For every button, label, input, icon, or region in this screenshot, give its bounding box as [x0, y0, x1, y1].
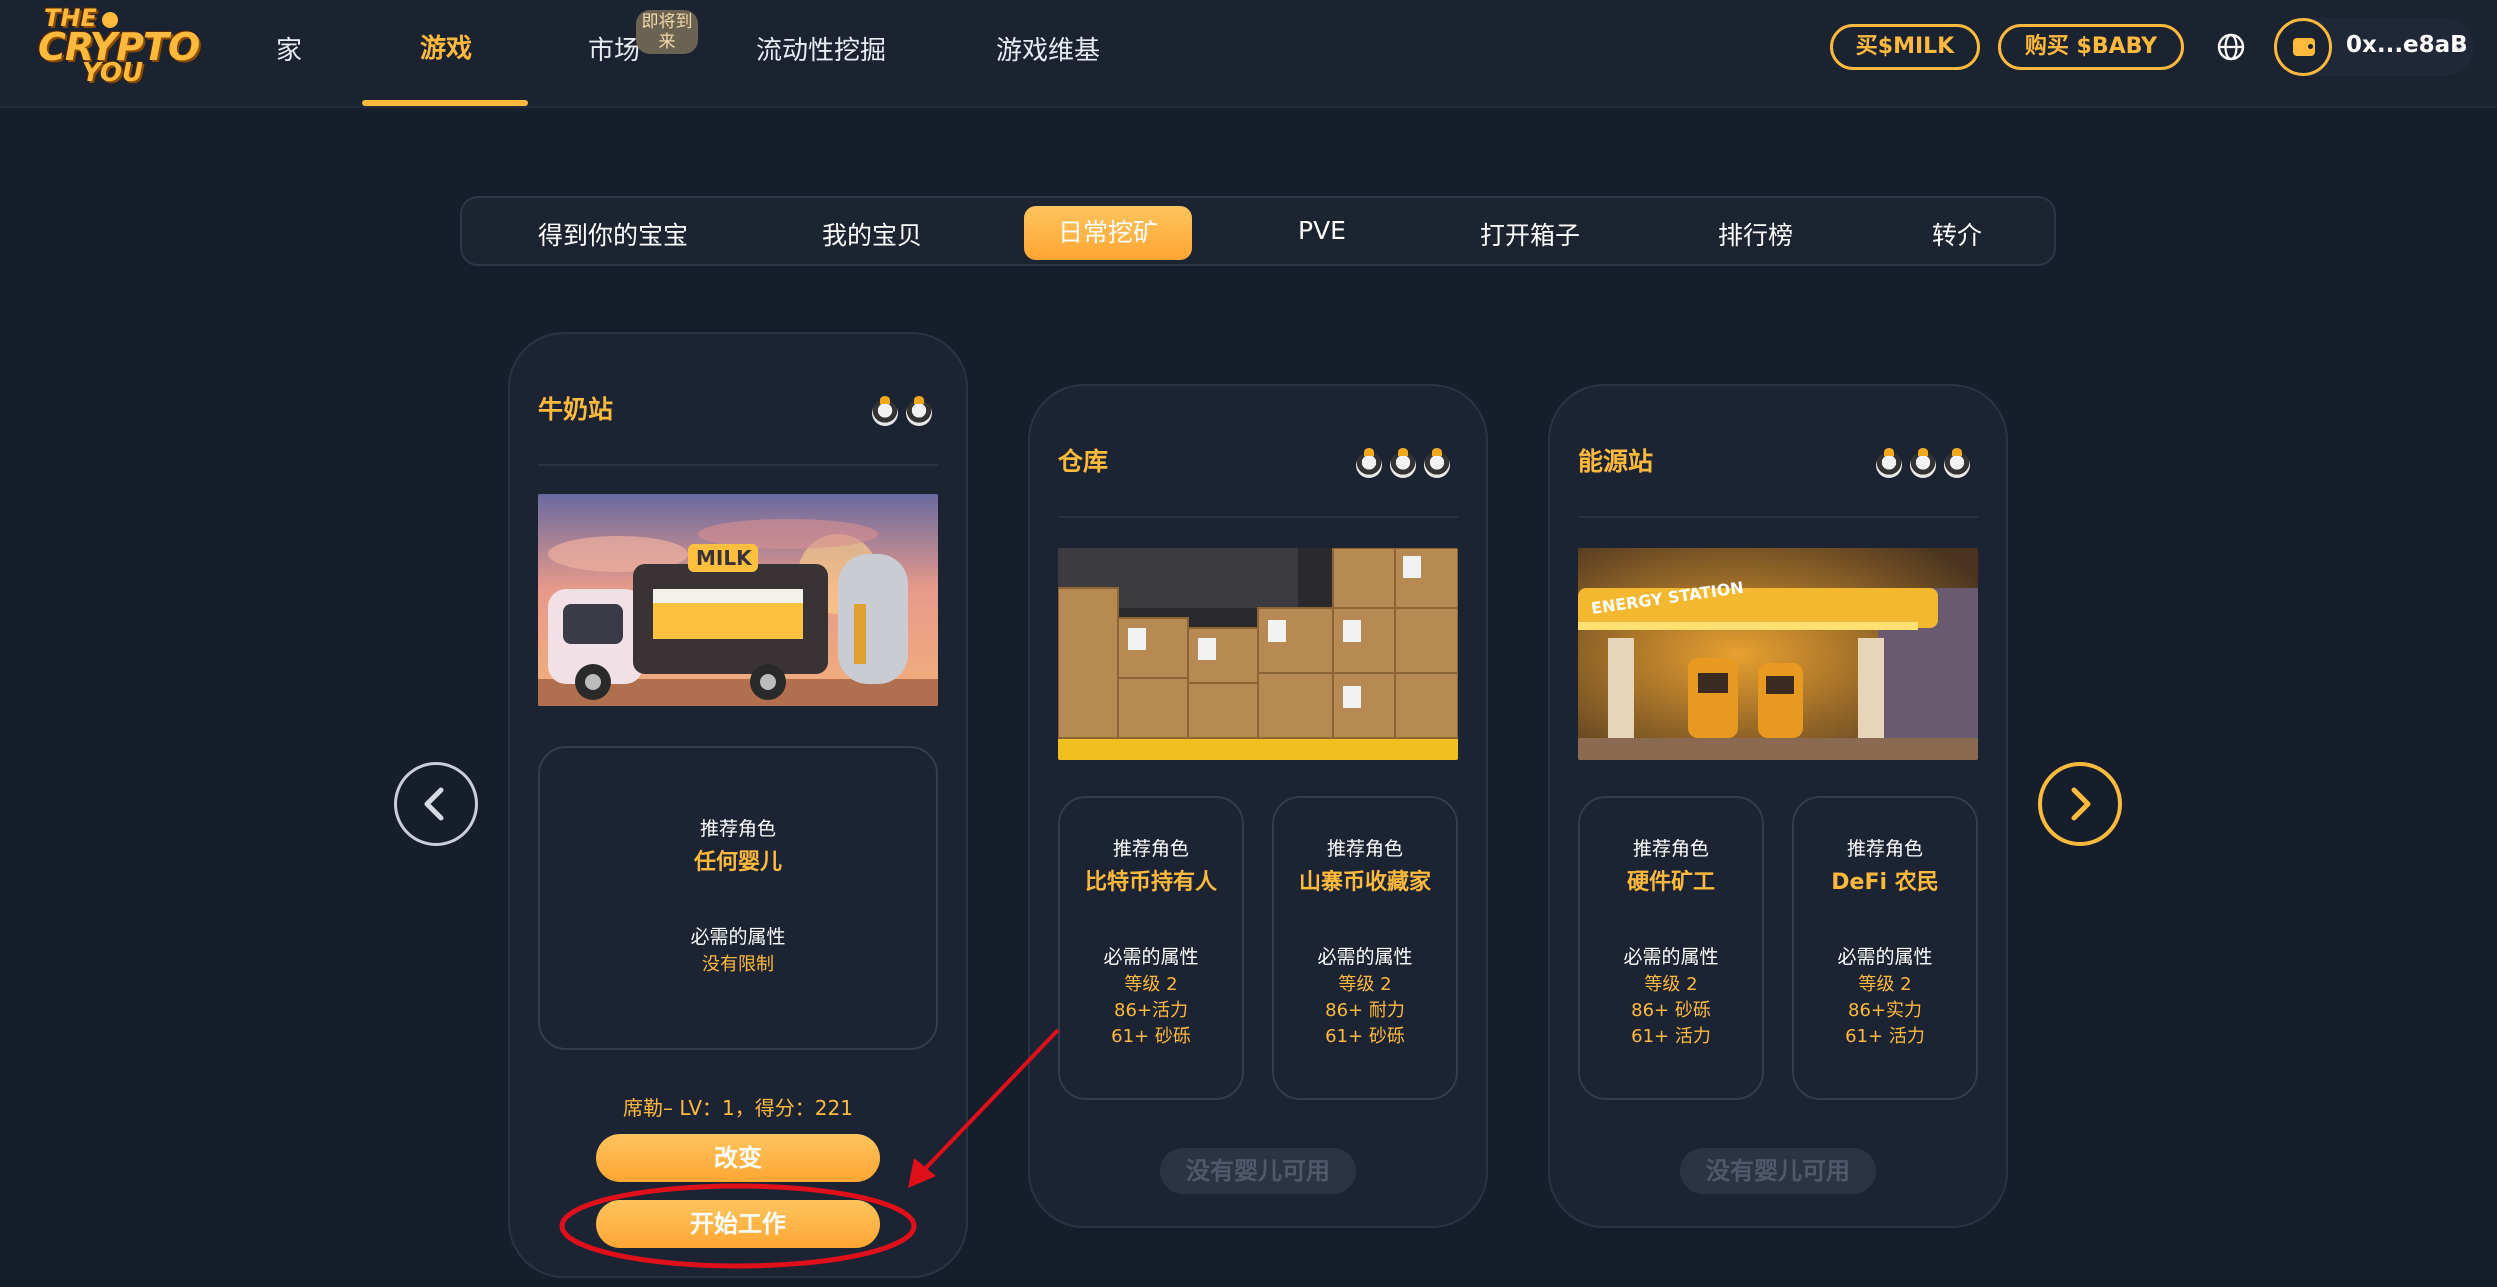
- required-attributes-label: 必需的属性: [1317, 946, 1413, 968]
- attribute-secondary: 61+ 活力: [1631, 1026, 1711, 1047]
- attribute-secondary: 61+ 砂砾: [1325, 1026, 1405, 1047]
- tab-referral[interactable]: 转介: [1932, 216, 1982, 252]
- role-requirements-box: 推荐角色 山寨币收藏家 必需的属性 等级 2 86+ 耐力 61+ 砂砾: [1272, 796, 1458, 1100]
- baby-icon: [1910, 448, 1936, 478]
- logo-baby-icon: [102, 12, 118, 28]
- change-baby-button[interactable]: 改变: [596, 1134, 880, 1182]
- required-attributes-label: 必需的属性: [1623, 946, 1719, 968]
- baby-icon: [906, 396, 932, 426]
- energy-station-image: ENERGY STATION: [1578, 548, 1978, 760]
- prev-page-button[interactable]: [394, 762, 478, 846]
- role-requirements-box: 推荐角色 硬件矿工 必需的属性 等级 2 86+ 砂砾 61+ 活力: [1578, 796, 1764, 1100]
- next-page-button[interactable]: [2038, 762, 2122, 846]
- milk-station-card: 牛奶站 MILK 推荐角色 任何婴儿 必需的属性 没有限制 席勒– LV：1，得…: [508, 332, 968, 1278]
- baby-icon: [872, 396, 898, 426]
- nav-market[interactable]: 市场: [588, 30, 640, 67]
- card-title: 仓库: [1058, 447, 1109, 476]
- tab-get-your-baby[interactable]: 得到你的宝宝: [538, 216, 688, 252]
- chevron-down-icon[interactable]: ⌄: [2450, 32, 2468, 57]
- tab-open-box[interactable]: 打开箱子: [1480, 216, 1580, 252]
- required-attributes-label: 必需的属性: [1837, 946, 1933, 968]
- required-attributes-label: 必需的属性: [1103, 946, 1199, 968]
- recommended-role-value: 任何婴儿: [693, 850, 782, 875]
- top-navigation-bar: THE CRYPTO YOU 家 游戏 市场 即将到来 流动性挖掘 游戏维基 买…: [0, 0, 2497, 108]
- tab-pve[interactable]: PVE: [1298, 216, 1346, 245]
- attribute-level: 等级 2: [1124, 974, 1178, 995]
- baby-slots: [1356, 448, 1450, 478]
- buy-baby-button[interactable]: 购买 $BABY: [1998, 24, 2184, 70]
- recommended-role-value: 比特币持有人: [1084, 870, 1217, 895]
- card-title: 能源站: [1578, 447, 1654, 476]
- baby-slots: [872, 396, 932, 426]
- no-baby-available-button[interactable]: 没有婴儿可用: [1160, 1148, 1356, 1194]
- chevron-right-icon: [2071, 787, 2091, 821]
- recommended-role-value: 硬件矿工: [1626, 870, 1715, 895]
- card-divider: [1058, 516, 1458, 518]
- card-divider: [538, 464, 938, 466]
- role-requirements-box: 推荐角色 任何婴儿 必需的属性 没有限制: [538, 746, 938, 1050]
- recommended-role-label: 推荐角色: [1112, 838, 1189, 860]
- recommended-role-label: 推荐角色: [1632, 838, 1709, 860]
- chevron-left-icon: [424, 787, 444, 821]
- attribute-level: 等级 2: [1644, 974, 1698, 995]
- attribute-primary: 86+实力: [1848, 1000, 1922, 1021]
- role-requirements-box: 推荐角色 比特币持有人 必需的属性 等级 2 86+活力 61+ 砂砾: [1058, 796, 1244, 1100]
- recommended-role-label: 推荐角色: [699, 818, 776, 840]
- coming-soon-badge: 即将到来: [636, 10, 698, 54]
- globe-icon[interactable]: [2216, 32, 2246, 62]
- attribute-primary: 86+ 耐力: [1325, 1000, 1405, 1021]
- warehouse-card: 仓库 推荐角色 比特币持有人 必需的属性 等级 2 86+活力 61+ 砂砾 推…: [1028, 384, 1488, 1228]
- no-baby-available-button[interactable]: 没有婴儿可用: [1680, 1148, 1876, 1194]
- required-attributes-label: 必需的属性: [690, 926, 786, 948]
- baby-icon: [1876, 448, 1902, 478]
- card-title: 牛奶站: [538, 395, 614, 424]
- the-crypto-you-logo[interactable]: THE CRYPTO YOU: [38, 6, 200, 92]
- wallet-account-button[interactable]: 0x...e8aB ⌄: [2274, 18, 2474, 76]
- nav-game[interactable]: 游戏: [420, 28, 472, 65]
- mining-subtabs: 得到你的宝宝 我的宝贝 日常挖矿 PVE 打开箱子 排行榜 转介: [460, 196, 2056, 266]
- start-work-button[interactable]: 开始工作: [596, 1200, 880, 1248]
- warehouse-boxes-image: [1058, 548, 1458, 760]
- attribute-primary: 86+ 砂砾: [1631, 1000, 1711, 1021]
- attribute-secondary: 61+ 活力: [1845, 1026, 1925, 1047]
- tab-leaderboard[interactable]: 排行榜: [1718, 216, 1793, 252]
- tab-my-babies[interactable]: 我的宝贝: [822, 216, 922, 252]
- baby-icon: [1424, 448, 1450, 478]
- recommended-role-value: 山寨币收藏家: [1298, 870, 1431, 895]
- attribute-secondary: 61+ 砂砾: [1111, 1026, 1191, 1047]
- nav-liquidity-mining[interactable]: 流动性挖掘: [756, 30, 886, 67]
- assigned-baby-status: 席勒– LV：1，得分：221: [623, 1096, 853, 1120]
- attribute-primary: 86+活力: [1114, 1000, 1188, 1021]
- nav-active-indicator: [362, 100, 528, 106]
- baby-icon: [1944, 448, 1970, 478]
- recommended-role-label: 推荐角色: [1846, 838, 1923, 860]
- nav-home[interactable]: 家: [276, 30, 302, 67]
- svg-text:MILK: MILK: [696, 546, 753, 570]
- baby-slots: [1876, 448, 1970, 478]
- baby-icon: [1390, 448, 1416, 478]
- attribute-level: 等级 2: [1858, 974, 1912, 995]
- attribute-value: 没有限制: [702, 954, 774, 975]
- milk-truck-image: MILK: [538, 494, 938, 706]
- attribute-level: 等级 2: [1338, 974, 1392, 995]
- baby-icon: [1356, 448, 1382, 478]
- recommended-role-label: 推荐角色: [1326, 838, 1403, 860]
- card-divider: [1578, 516, 1978, 518]
- role-requirements-box: 推荐角色 DeFi 农民 必需的属性 等级 2 86+实力 61+ 活力: [1792, 796, 1978, 1100]
- recommended-role-value: DeFi 农民: [1831, 870, 1939, 895]
- wallet-icon: [2274, 18, 2332, 76]
- energy-station-card: 能源站 ENERGY STATION 推荐角色 硬件矿工 必需的属性 等级 2 …: [1548, 384, 2008, 1228]
- tab-daily-mining[interactable]: 日常挖矿: [1024, 206, 1192, 260]
- buy-milk-button[interactable]: 买$MILK: [1830, 24, 1980, 70]
- nav-game-wiki[interactable]: 游戏维基: [996, 30, 1100, 67]
